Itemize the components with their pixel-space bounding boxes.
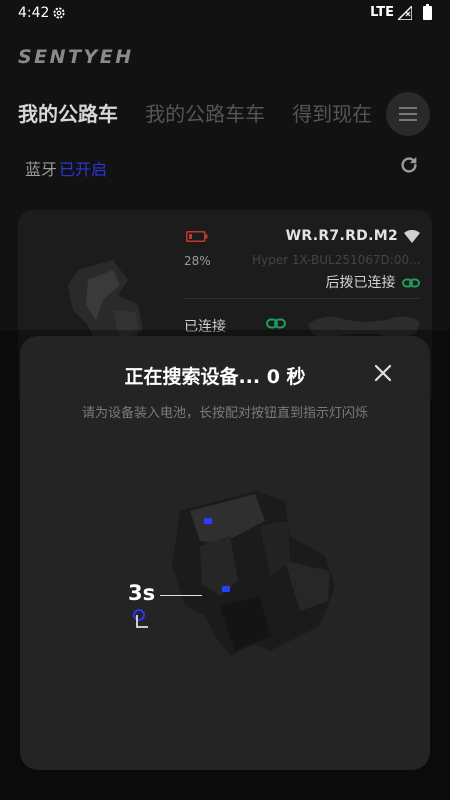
status-bar: 4:42 LTE: [0, 0, 450, 28]
close-icon[interactable]: [372, 362, 394, 384]
press-hold-icon: [133, 609, 148, 628]
bluetooth-label: 蓝牙: [25, 160, 58, 179]
link-icon: [266, 318, 286, 329]
rear-derailleur-status: 后拨已连接: [326, 272, 420, 292]
tab-bar: 我的公路车 我的公路车车 得到现在: [18, 98, 398, 132]
search-device-sheet: 正在搜索设备... 0 秒 请为设备装入电池，长按配对按钮直到指示灯闪烁 3s: [20, 336, 430, 770]
bluetooth-status-row: 蓝牙 已开启: [25, 156, 107, 180]
battery-icon: [423, 4, 432, 20]
gear-icon: [53, 7, 65, 19]
network-type: LTE: [370, 5, 394, 20]
tab-my-road-bike-2[interactable]: 我的公路车车: [145, 98, 265, 127]
link-icon: [402, 278, 420, 288]
battery-percent: 28%: [184, 254, 211, 268]
menu-icon: [399, 107, 417, 109]
derailleur-illustration: [172, 491, 335, 656]
bluetooth-status: 已开启: [59, 160, 108, 179]
rear-derailleur-label: 后拨已连接: [325, 275, 396, 291]
status-time: 4:42: [18, 5, 50, 21]
device-name: WR.R7.RD.M2: [285, 228, 398, 244]
menu-button[interactable]: [386, 92, 430, 136]
menu-icon-line: [399, 113, 417, 115]
menu-icon-line: [399, 119, 417, 121]
tab-my-road-bike[interactable]: 我的公路车: [18, 98, 118, 127]
device-serial: Hyper 1X-BUL251067D:00...: [252, 253, 420, 267]
brand-logo: SENTYEH: [18, 46, 134, 68]
press-timer-label: 3s: [128, 581, 156, 605]
pairing-hint: 请为设备装入电池，长按配对按钮直到指示灯闪烁: [81, 406, 368, 421]
tab-get-now[interactable]: 得到现在: [292, 98, 372, 127]
refresh-icon[interactable]: [398, 154, 420, 176]
signal-icon: [398, 6, 412, 20]
timer-pointer-line: [160, 595, 202, 596]
card-divider: [184, 298, 420, 299]
low-battery-icon: [186, 231, 208, 242]
wifi-icon: [404, 230, 420, 243]
sheet-title: 正在搜索设备... 0 秒: [124, 366, 306, 388]
